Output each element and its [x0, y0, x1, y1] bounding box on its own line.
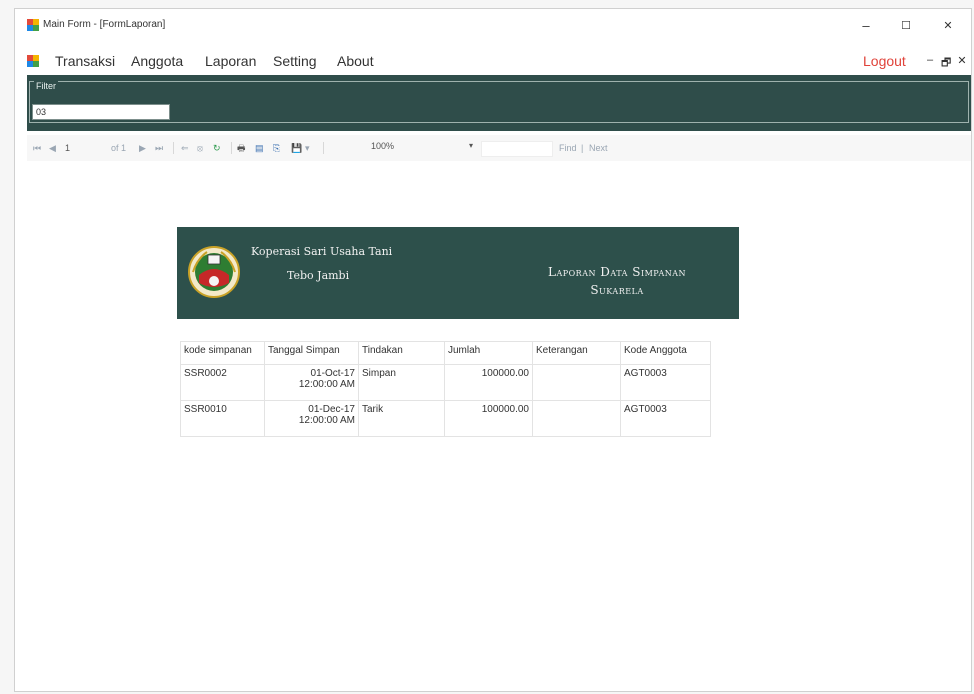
print-layout-icon[interactable]: ▤	[255, 142, 264, 154]
cell-tanggal-date: 01-Dec-17	[308, 404, 355, 415]
zoom-select[interactable]: 100% ▾	[367, 141, 479, 155]
minimize-button[interactable]: ‒	[855, 17, 877, 35]
organization-name: Koperasi Sari Usaha Tani	[251, 245, 393, 258]
menu-about[interactable]: About	[337, 53, 374, 69]
mdi-close-button[interactable]: ✕	[957, 54, 967, 67]
report-viewer-toolbar: ⏮ ◀ 1 of 1 ▶ ⏭ ⇐ ⦻ ↻ 🖶 ▤ ⎘ 💾 ▾ 100% ▾ Fi…	[27, 135, 971, 162]
stop-icon[interactable]: ⦻	[197, 142, 203, 154]
menu-bar: Transaksi Anggota Laporan Setting About …	[15, 51, 971, 73]
page-count-label: of 1	[111, 143, 127, 153]
column-header-kode-anggota: Kode Anggota	[620, 341, 711, 365]
toolbar-separator	[323, 142, 324, 154]
cell-tindakan: Tarik	[358, 400, 445, 437]
menu-transaksi[interactable]: Transaksi	[55, 53, 115, 69]
menu-laporan[interactable]: Laporan	[205, 53, 256, 69]
toolbar-separator	[173, 142, 174, 154]
report-title-line-2: Sukarela	[590, 283, 644, 297]
column-header-tanggal-simpan: Tanggal Simpan	[264, 341, 359, 365]
next-page-icon[interactable]: ▶	[139, 142, 146, 154]
report-table: kode simpanan Tanggal Simpan Tindakan Ju…	[180, 341, 711, 437]
export-icon[interactable]: 💾	[291, 142, 302, 154]
window-title: Main Form - [FormLaporan]	[43, 19, 166, 30]
find-input[interactable]	[481, 141, 553, 157]
current-page-input[interactable]: 1	[65, 142, 70, 154]
report-title: Laporan Data Simpanan Sukarela	[507, 263, 727, 299]
filter-panel: Filter	[27, 75, 971, 131]
mdi-child-icon[interactable]	[27, 55, 39, 67]
filter-label: Filter	[34, 81, 58, 91]
report-header-banner: Koperasi Sari Usaha Tani Tebo Jambi Lapo…	[177, 227, 739, 319]
page-setup-icon[interactable]: ⎘	[273, 142, 280, 154]
cell-kode-anggota: AGT0003	[620, 400, 711, 437]
menu-setting[interactable]: Setting	[273, 53, 317, 69]
mdi-restore-button[interactable]: 🗗	[941, 54, 951, 73]
previous-page-icon[interactable]: ◀	[49, 142, 56, 154]
column-header-kode-simpanan: kode simpanan	[180, 341, 265, 365]
cell-tanggal-time: 12:00:00 AM	[298, 415, 355, 426]
table-row: SSR0010 01-Dec-17 12:00:00 AM Tarik 1000…	[180, 400, 711, 437]
column-header-keterangan: Keterangan	[532, 341, 621, 365]
table-row: SSR0002 01-Oct-17 12:00:00 AM Simpan 100…	[180, 364, 711, 401]
report-title-line-1: Laporan Data Simpanan	[547, 265, 687, 279]
back-icon[interactable]: ⇐	[181, 142, 189, 154]
print-icon[interactable]: 🖶	[237, 142, 246, 154]
cell-kode-simpanan: SSR0002	[180, 364, 265, 401]
filter-groupbox: Filter	[29, 81, 969, 123]
cell-jumlah: 100000.00	[444, 364, 533, 401]
cell-kode-anggota: AGT0003	[620, 364, 711, 401]
report-canvas: Koperasi Sari Usaha Tani Tebo Jambi Lapo…	[15, 161, 971, 691]
app-icon	[27, 19, 39, 31]
first-page-icon[interactable]: ⏮	[33, 142, 41, 154]
cooperative-logo	[188, 246, 240, 298]
cell-keterangan	[532, 364, 621, 401]
find-next-link[interactable]: Next	[589, 142, 608, 154]
find-separator: |	[581, 143, 584, 153]
refresh-icon[interactable]: ↻	[213, 142, 221, 154]
cell-tanggal-simpan: 01-Oct-17 12:00:00 AM	[264, 364, 359, 401]
menu-anggota[interactable]: Anggota	[131, 53, 183, 69]
zoom-value: 100%	[371, 141, 395, 151]
column-header-tindakan: Tindakan	[358, 341, 445, 365]
close-button[interactable]: ✕	[937, 17, 959, 35]
main-window: Main Form - [FormLaporan] ‒ ☐ ✕ Transaks…	[14, 8, 972, 692]
export-dropdown-icon[interactable]: ▾	[305, 142, 310, 154]
title-bar[interactable]: Main Form - [FormLaporan] ‒ ☐ ✕	[15, 9, 971, 45]
column-header-jumlah: Jumlah	[444, 341, 533, 365]
last-page-icon[interactable]: ⏭	[155, 142, 163, 154]
maximize-button[interactable]: ☐	[895, 17, 917, 35]
cell-jumlah: 100000.00	[444, 400, 533, 437]
cell-tanggal-time: 12:00:00 AM	[298, 379, 355, 390]
cell-tanggal-date: 01-Oct-17	[310, 368, 355, 379]
cell-tanggal-simpan: 01-Dec-17 12:00:00 AM	[264, 400, 359, 437]
organization-city: Tebo Jambi	[287, 269, 350, 282]
cell-kode-simpanan: SSR0010	[180, 400, 265, 437]
filter-input[interactable]	[32, 104, 170, 120]
table-header-row: kode simpanan Tanggal Simpan Tindakan Ju…	[180, 341, 711, 365]
cell-keterangan	[532, 400, 621, 437]
mdi-minimize-button[interactable]: ‒	[925, 54, 935, 66]
find-link[interactable]: Find	[559, 142, 577, 154]
toolbar-separator	[231, 142, 232, 154]
logout-link[interactable]: Logout	[863, 53, 906, 69]
cell-tindakan: Simpan	[358, 364, 445, 401]
chevron-down-icon: ▾	[468, 141, 473, 150]
